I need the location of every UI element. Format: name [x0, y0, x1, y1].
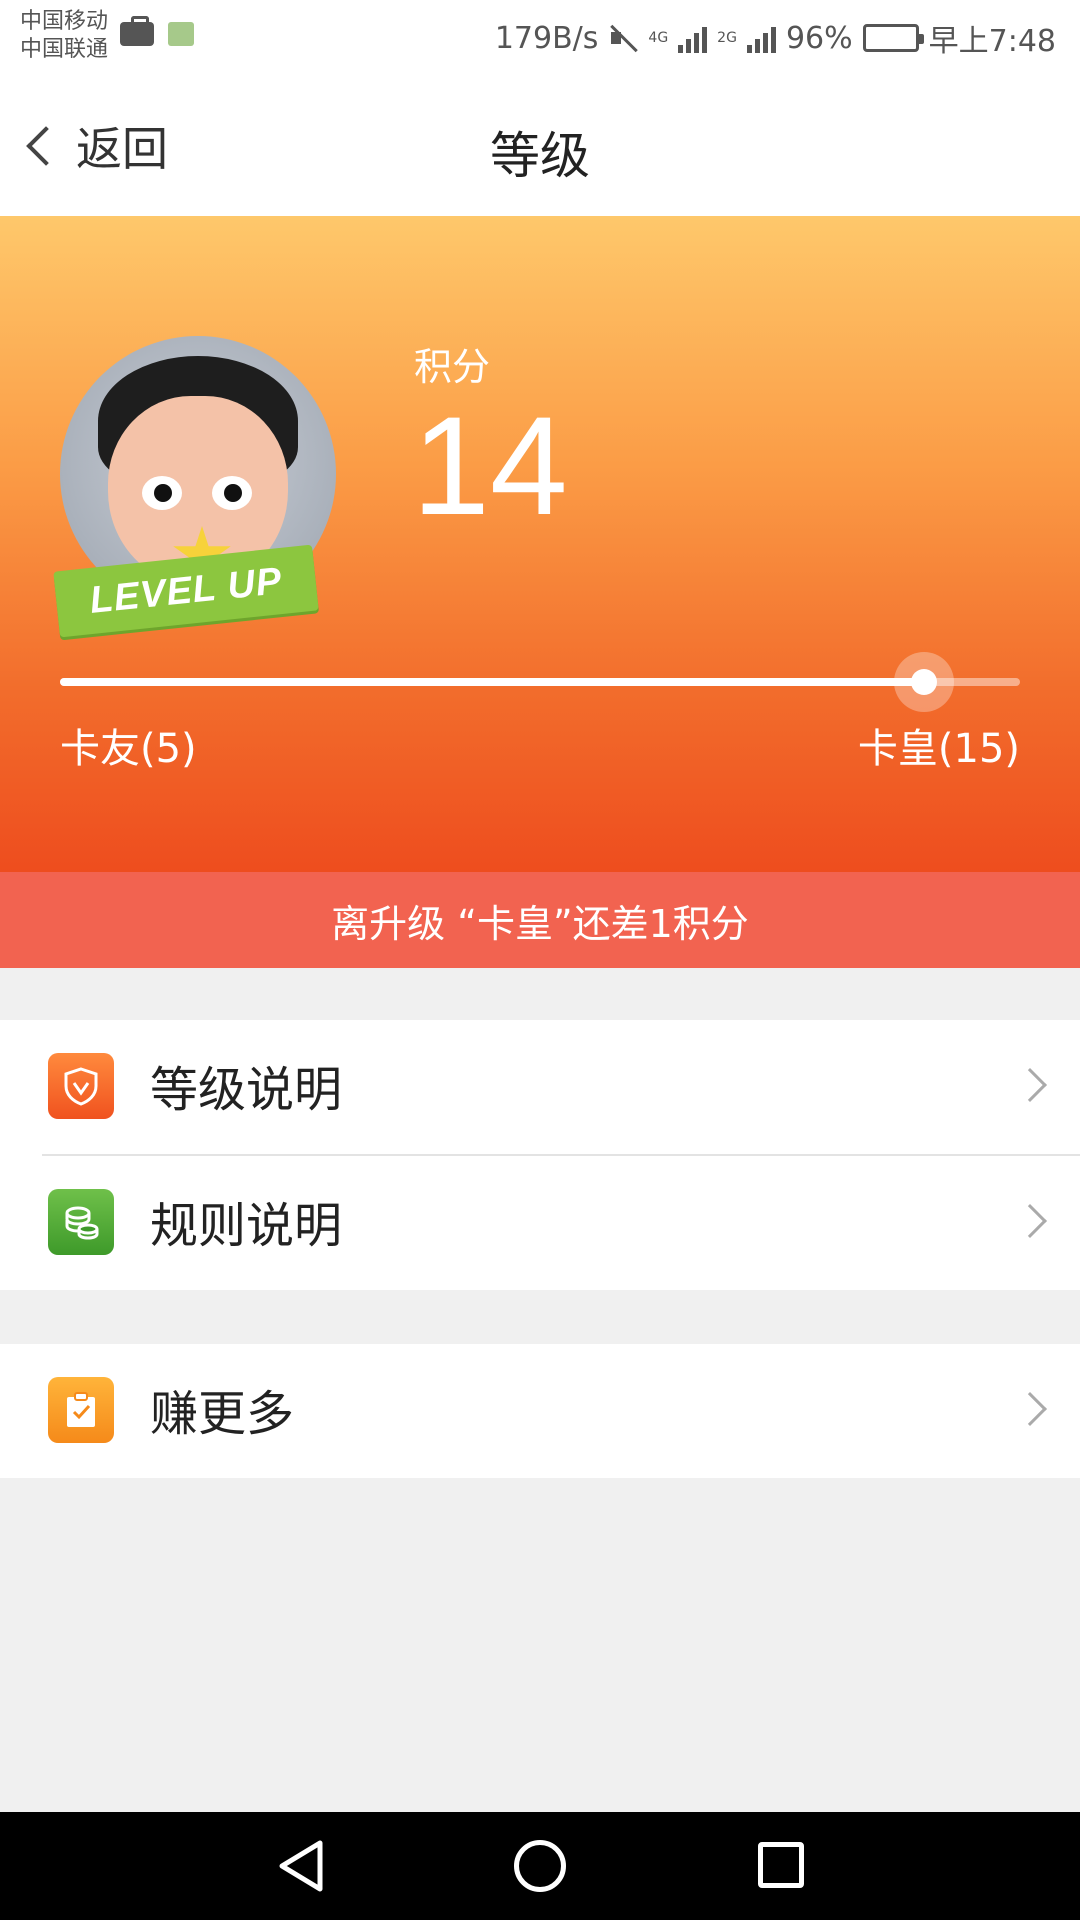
level-progress-knob: [894, 652, 954, 712]
shield-icon: [48, 1053, 114, 1119]
upgrade-hint-bar: 离升级 “卡皇”还差1积分: [0, 872, 1080, 968]
menu-item-level-info[interactable]: 等级说明: [0, 1020, 1080, 1154]
menu-group-earn: 赚更多: [0, 1344, 1080, 1478]
level-up-badge: LEVEL UP: [53, 544, 319, 638]
level-hero: LEVEL UP 积分 14 卡友(5) 卡皇(15): [0, 216, 1080, 872]
system-back-icon[interactable]: [276, 1838, 328, 1894]
chevron-right-icon: [1013, 1392, 1047, 1426]
network-type-1: 4G: [648, 30, 669, 46]
menu-item-label: 赚更多: [150, 1386, 295, 1442]
menu-item-label: 规则说明: [150, 1198, 343, 1254]
carrier-2: 中国联通: [20, 37, 109, 62]
current-level-label: 卡友(5): [60, 726, 197, 772]
notification-app-icon: [168, 22, 194, 46]
menu-item-earn-more[interactable]: 赚更多: [0, 1344, 1080, 1478]
level-progress-bar: [60, 652, 1020, 712]
work-profile-icon: [120, 16, 154, 46]
carrier-1: 中国移动: [20, 9, 109, 34]
carrier-names: 中国移动 中国联通: [20, 8, 108, 64]
chevron-right-icon: [1013, 1068, 1047, 1102]
score-value: 14: [412, 387, 568, 544]
system-recents-icon[interactable]: [758, 1842, 804, 1888]
coins-icon: [48, 1189, 114, 1255]
battery-percent: 96%: [785, 20, 853, 56]
status-indicators: 179B/s 4G 2G 96% 早上7:48: [495, 14, 1056, 62]
chevron-right-icon: [1013, 1204, 1047, 1238]
avatar-eye-right: [212, 476, 252, 510]
clipboard-check-icon: [48, 1377, 114, 1443]
avatar[interactable]: LEVEL UP: [53, 336, 336, 638]
menu-item-rules[interactable]: 规则说明: [0, 1156, 1080, 1290]
score-label: 积分: [414, 345, 491, 389]
system-home-icon[interactable]: [514, 1840, 566, 1892]
status-bar: 中国移动 中国联通 179B/s 4G 2G 96% 早上7:48: [0, 0, 1080, 76]
battery-icon: [862, 24, 924, 52]
next-level-label: 卡皇(15): [857, 726, 1020, 772]
network-speed: 179B/s: [494, 20, 599, 56]
avatar-eye-left: [142, 476, 182, 510]
nav-bar: 返回 等级: [0, 76, 1080, 216]
signal-icon-2: [746, 23, 776, 53]
menu-group-info: 等级说明 规则说明: [0, 1020, 1080, 1290]
page-title: 等级: [490, 127, 590, 185]
upgrade-hint: 离升级 “卡皇”还差1积分: [331, 901, 749, 946]
menu-item-label: 等级说明: [150, 1062, 343, 1118]
signal-icon: [678, 23, 708, 53]
network-type-2: 2G: [717, 30, 737, 46]
system-nav-bar: [0, 1812, 1080, 1920]
clock: 早上7:48: [928, 24, 1056, 59]
mute-icon: [608, 23, 638, 53]
level-progress-fill: [60, 678, 924, 686]
